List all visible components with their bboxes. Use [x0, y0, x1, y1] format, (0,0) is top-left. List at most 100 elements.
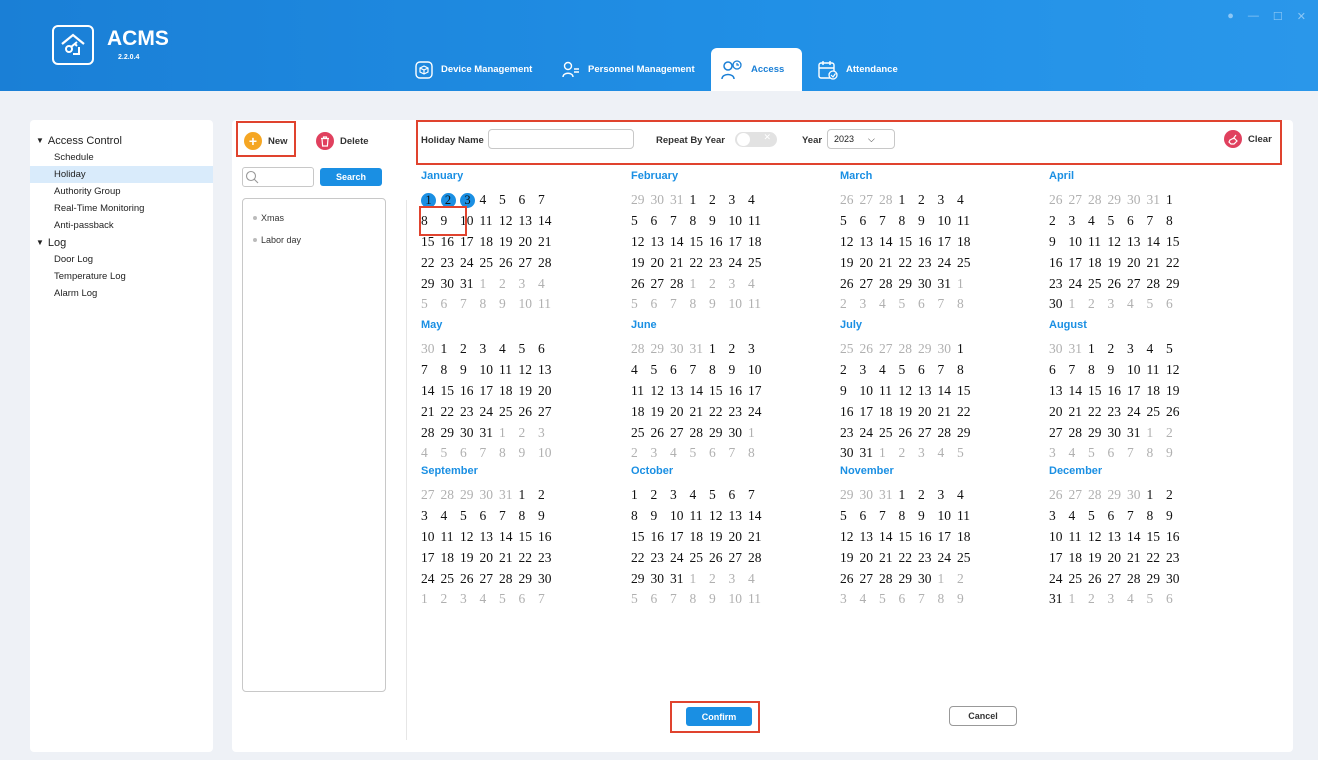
calendar-day[interactable]: 16	[441, 234, 461, 250]
calendar-day[interactable]: 7	[460, 296, 480, 312]
calendar-day[interactable]: 4	[957, 487, 977, 503]
calendar-day[interactable]: 5	[690, 445, 710, 461]
calendar-day[interactable]: 2	[729, 341, 749, 357]
calendar-day[interactable]: 26	[519, 404, 539, 420]
repeat-by-year-toggle[interactable]: ✕	[735, 132, 777, 147]
calendar-day[interactable]: 28	[670, 276, 690, 292]
calendar-day[interactable]: 9	[460, 362, 480, 378]
calendar-day[interactable]: 4	[957, 192, 977, 208]
calendar-day[interactable]: 26	[1049, 192, 1069, 208]
calendar-day[interactable]: 13	[670, 383, 690, 399]
calendar-day[interactable]: 1	[690, 571, 710, 587]
calendar-day[interactable]: 10	[460, 213, 480, 229]
calendar-day[interactable]: 18	[957, 234, 977, 250]
calendar-day[interactable]: 31	[1069, 341, 1089, 357]
calendar-day[interactable]: 9	[1108, 362, 1128, 378]
calendar-day[interactable]: 23	[840, 425, 860, 441]
calendar-day[interactable]: 5	[631, 296, 651, 312]
calendar-day[interactable]: 5	[460, 508, 480, 524]
calendar-day[interactable]: 6	[651, 213, 671, 229]
calendar-day[interactable]: 3	[460, 192, 480, 209]
calendar-day[interactable]: 26	[840, 571, 860, 587]
calendar-day[interactable]: 1	[1147, 425, 1167, 441]
calendar-day[interactable]: 17	[729, 234, 749, 250]
calendar-day[interactable]: 26	[860, 341, 880, 357]
calendar-day[interactable]: 28	[1088, 487, 1108, 503]
calendar-day[interactable]: 14	[938, 383, 958, 399]
calendar-day[interactable]: 21	[421, 404, 441, 420]
calendar-day[interactable]: 6	[1108, 508, 1128, 524]
calendar-day[interactable]: 28	[879, 276, 899, 292]
calendar-day[interactable]: 4	[748, 571, 768, 587]
calendar-day[interactable]: 7	[538, 192, 558, 208]
calendar-day[interactable]: 6	[1127, 213, 1147, 229]
calendar-day[interactable]: 25	[480, 255, 500, 271]
calendar-day[interactable]: 12	[899, 383, 919, 399]
calendar-day[interactable]: 4	[538, 276, 558, 292]
calendar-day[interactable]: 8	[1166, 213, 1186, 229]
search-button[interactable]: Search	[320, 168, 382, 186]
calendar-day[interactable]: 23	[1049, 276, 1069, 292]
calendar-day[interactable]: 13	[1108, 529, 1128, 545]
calendar-day[interactable]: 2	[651, 487, 671, 503]
calendar-day[interactable]: 30	[460, 425, 480, 441]
calendar-day[interactable]: 4	[421, 445, 441, 461]
calendar-day[interactable]: 28	[499, 571, 519, 587]
calendar-day[interactable]: 8	[499, 445, 519, 461]
calendar-day[interactable]: 20	[918, 404, 938, 420]
sidebar-group-log[interactable]: ▼ Log	[30, 234, 213, 251]
calendar-day[interactable]: 18	[1088, 255, 1108, 271]
calendar-day[interactable]: 13	[918, 383, 938, 399]
calendar-day[interactable]: 2	[709, 571, 729, 587]
calendar-day[interactable]: 6	[918, 296, 938, 312]
calendar-day[interactable]: 4	[1069, 508, 1089, 524]
calendar-day[interactable]: 17	[480, 383, 500, 399]
calendar-day[interactable]: 22	[631, 550, 651, 566]
calendar-day[interactable]: 11	[879, 383, 899, 399]
calendar-day[interactable]: 7	[1147, 213, 1167, 229]
calendar-day[interactable]: 28	[1069, 425, 1089, 441]
calendar-day[interactable]: 3	[748, 341, 768, 357]
calendar-day[interactable]: 21	[1147, 255, 1167, 271]
calendar-day[interactable]: 29	[421, 276, 441, 292]
calendar-day[interactable]: 13	[1049, 383, 1069, 399]
calendar-day[interactable]: 3	[670, 487, 690, 503]
calendar-day[interactable]: 23	[651, 550, 671, 566]
calendar-day[interactable]: 7	[690, 362, 710, 378]
calendar-day[interactable]: 6	[1166, 296, 1186, 312]
calendar-day[interactable]: 5	[1166, 341, 1186, 357]
calendar-day[interactable]: 25	[690, 550, 710, 566]
calendar-day[interactable]: 30	[918, 276, 938, 292]
calendar-day[interactable]: 19	[709, 529, 729, 545]
calendar-day[interactable]: 24	[670, 550, 690, 566]
calendar-day[interactable]: 23	[441, 255, 461, 271]
calendar-day[interactable]: 29	[709, 425, 729, 441]
calendar-day[interactable]: 3	[460, 591, 480, 607]
calendar-day[interactable]: 2	[840, 362, 860, 378]
calendar-day[interactable]: 31	[1049, 591, 1069, 607]
calendar-day[interactable]: 6	[670, 362, 690, 378]
calendar-day[interactable]: 14	[879, 234, 899, 250]
calendar-day[interactable]: 31	[690, 341, 710, 357]
calendar-day[interactable]: 3	[938, 192, 958, 208]
calendar-day[interactable]: 2	[1088, 591, 1108, 607]
calendar-day[interactable]: 1	[938, 571, 958, 587]
calendar-day[interactable]: 3	[840, 591, 860, 607]
calendar-day[interactable]: 28	[538, 255, 558, 271]
minimize-icon[interactable]: —	[1248, 10, 1259, 23]
calendar-day[interactable]: 24	[460, 255, 480, 271]
calendar-day[interactable]: 15	[1166, 234, 1186, 250]
calendar-day[interactable]: 5	[421, 296, 441, 312]
calendar-day[interactable]: 12	[709, 508, 729, 524]
calendar-day[interactable]: 13	[480, 529, 500, 545]
calendar-day[interactable]: 6	[519, 591, 539, 607]
calendar-day[interactable]: 4	[690, 487, 710, 503]
calendar-day[interactable]: 25	[631, 425, 651, 441]
calendar-day[interactable]: 22	[519, 550, 539, 566]
calendar-day[interactable]: 19	[631, 255, 651, 271]
calendar-day[interactable]: 27	[1108, 571, 1128, 587]
calendar-day[interactable]: 6	[460, 445, 480, 461]
calendar-day[interactable]: 18	[879, 404, 899, 420]
calendar-day[interactable]: 19	[460, 550, 480, 566]
calendar-day[interactable]: 9	[957, 591, 977, 607]
